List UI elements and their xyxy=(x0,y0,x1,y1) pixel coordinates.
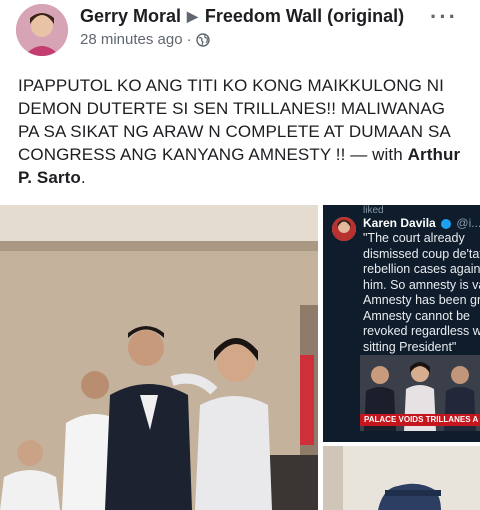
post-meta: 28 minutes ago · xyxy=(80,31,210,48)
tweet-line: revoked regardless who xyxy=(363,324,480,338)
author-avatar[interactable] xyxy=(16,4,68,56)
tweet-body: "The court already dismissed coup de'tat… xyxy=(363,231,480,355)
more-options-icon[interactable]: ··· xyxy=(430,4,458,30)
news-caption: PALACE VOIDS TRILLANES A xyxy=(360,414,480,426)
tweet-line: Amnesty cannot be xyxy=(363,308,471,323)
tweet-line: him. So amnesty is valid. xyxy=(363,277,480,292)
tweet-handle: @i... xyxy=(456,216,480,230)
verified-icon xyxy=(441,218,452,229)
author-name[interactable]: Gerry Moral xyxy=(80,6,181,27)
tweet-author: Karen Davila @i... xyxy=(363,216,480,230)
share-arrow-icon: ▶ xyxy=(187,8,198,24)
post-timestamp[interactable]: 28 minutes ago xyxy=(80,31,183,48)
tweet-news-image: PALACE VOIDS TRILLANES A xyxy=(360,355,480,431)
tweet-line: sitting President" xyxy=(363,339,457,354)
man-in-cap-photo xyxy=(323,446,480,510)
post-title-line: Gerry Moral ▶ Freedom Wall (original) xyxy=(80,6,404,27)
avatar-photo xyxy=(16,4,68,56)
post-photo-main[interactable] xyxy=(0,205,318,510)
post-body: IPAPPUTOL KO ANG TITI KO KONG MAIKKULONG… xyxy=(18,74,468,189)
meta-dot: · xyxy=(186,31,192,48)
tweet-line: Amnesty has been granted. xyxy=(363,293,480,307)
post-body-text: IPAPPUTOL KO ANG TITI KO KONG MAIKKULONG… xyxy=(18,76,450,164)
group-name[interactable]: Freedom Wall (original) xyxy=(205,6,404,27)
tweet-line: dismissed coup de'tat xyxy=(363,246,480,261)
tweet-avatar xyxy=(332,217,356,241)
globe-icon xyxy=(195,32,210,47)
tweet-line: rebellion cases against xyxy=(363,262,480,276)
liked-label: liked xyxy=(363,205,384,216)
tweet-screenshot[interactable]: liked Karen Davila @i... "The court alre… xyxy=(323,205,480,442)
post-photo-third[interactable] xyxy=(323,446,480,510)
post-header: Gerry Moral ▶ Freedom Wall (original) 28… xyxy=(0,0,480,62)
tweet-line: "The court already xyxy=(363,231,465,245)
senate-room-photo xyxy=(0,205,318,510)
post-body-end: . xyxy=(80,168,86,187)
tweet-author-name[interactable]: Karen Davila xyxy=(363,216,436,230)
